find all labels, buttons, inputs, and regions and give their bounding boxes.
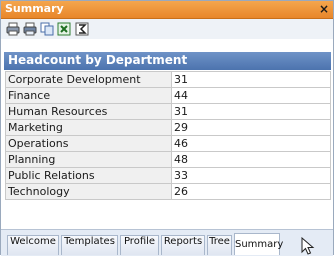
title-bar: Summary × [1, 1, 333, 19]
table-row: Corporate Development 31 [5, 71, 331, 88]
dept-count: 33 [171, 167, 331, 184]
dept-name: Corporate Development [5, 71, 172, 88]
table-row: Public Relations 33 [5, 167, 331, 184]
dept-name: Finance [5, 87, 172, 104]
summary-window: Summary × Headcount by Department Corpor… [0, 0, 334, 256]
panel-header: Headcount by Department [4, 52, 331, 70]
dept-count: 44 [171, 87, 331, 104]
dept-name: Planning [5, 151, 172, 168]
table-row: Planning 48 [5, 151, 331, 168]
dept-name: Public Relations [5, 167, 172, 184]
print-icon[interactable] [6, 22, 20, 36]
dept-name: Operations [5, 135, 172, 152]
dept-name: Technology [5, 183, 172, 200]
print-preview-icon[interactable] [23, 22, 37, 36]
table-row: Operations 46 [5, 135, 331, 152]
table-row: Human Resources 31 [5, 103, 331, 120]
tab-profile[interactable]: Profile [120, 235, 159, 255]
copy-icon[interactable] [40, 22, 54, 36]
toolbar [1, 19, 333, 39]
dept-count: 31 [171, 71, 331, 88]
dept-name: Human Resources [5, 103, 172, 120]
headcount-table: Corporate Development 31 Finance 44 Huma… [5, 71, 331, 200]
dept-count: 48 [171, 151, 331, 168]
dept-name: Marketing [5, 119, 172, 136]
tab-reports[interactable]: Reports [161, 235, 205, 255]
close-button[interactable]: × [319, 2, 329, 16]
tab-templates[interactable]: Templates [61, 235, 118, 255]
table-row: Technology 26 [5, 183, 331, 200]
tab-welcome[interactable]: Welcome [7, 235, 59, 255]
sum-icon[interactable] [75, 22, 89, 36]
tab-tree[interactable]: Tree [207, 235, 232, 255]
table-row: Marketing 29 [5, 119, 331, 136]
window-title: Summary [5, 2, 64, 15]
dept-count: 46 [171, 135, 331, 152]
table-row: Finance 44 [5, 87, 331, 104]
tab-summary[interactable]: Summary [234, 233, 283, 255]
panel-title: Headcount by Department [8, 53, 188, 67]
mouse-cursor-icon [301, 237, 315, 255]
dept-count: 26 [171, 183, 331, 200]
dept-count: 29 [171, 119, 331, 136]
dept-count: 31 [171, 103, 331, 120]
tab-bar: Welcome Templates Profile Reports Tree S… [1, 229, 333, 256]
excel-export-icon[interactable] [57, 22, 71, 36]
